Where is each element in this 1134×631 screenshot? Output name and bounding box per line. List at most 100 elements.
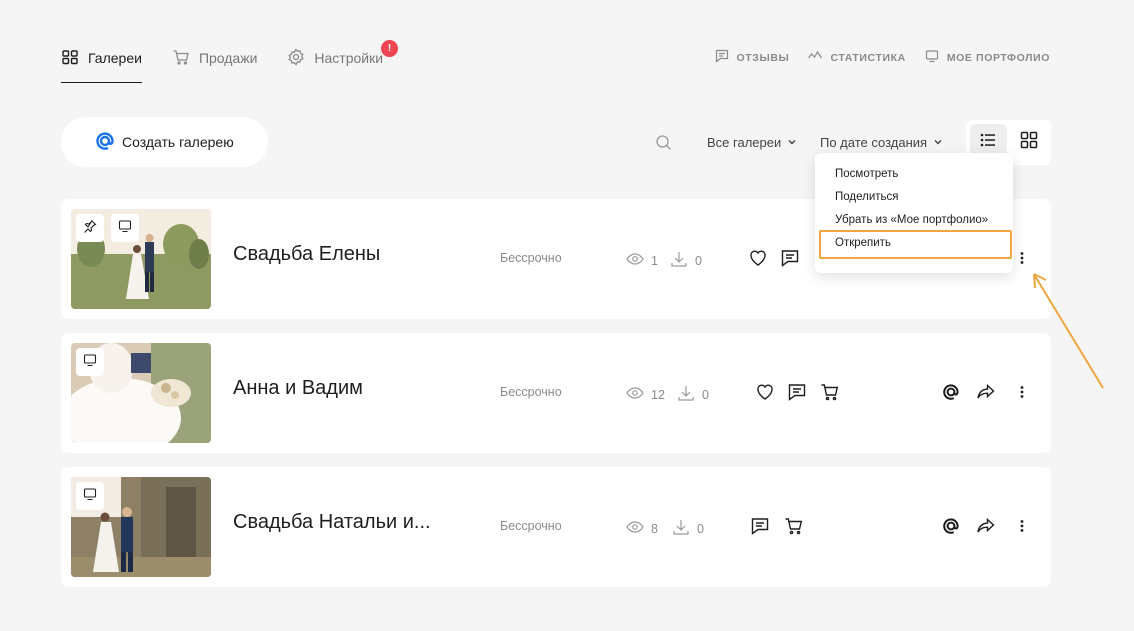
monitor-icon: [925, 49, 939, 66]
gallery-card[interactable]: Анна и Вадим Бессрочно 12 0: [61, 333, 1051, 453]
views-stat: 1: [626, 250, 658, 271]
cart-icon: [784, 516, 804, 536]
sort-select[interactable]: По дате создания: [820, 135, 943, 150]
reviews-link[interactable]: ОТЗЫВЫ: [715, 49, 790, 66]
gallery-filter-select[interactable]: Все галереи: [707, 135, 797, 150]
comment-icon: [715, 49, 729, 66]
downloads-stat: 0: [672, 518, 704, 539]
gallery-title[interactable]: Свадьба Елены: [233, 243, 380, 266]
downloads-count: 0: [697, 521, 704, 536]
share-button[interactable]: [976, 516, 996, 536]
eye-icon: [626, 518, 644, 539]
chart-icon: [808, 49, 823, 66]
grid-icon: [1020, 131, 1038, 154]
portfolio-badge: [76, 482, 104, 510]
portfolio-badge: [76, 348, 104, 376]
download-icon: [672, 518, 690, 539]
gallery-title[interactable]: Свадьба Натальи и...: [233, 511, 431, 534]
more-button[interactable]: [1012, 516, 1032, 536]
grid-view-button[interactable]: [1011, 124, 1048, 161]
email-button[interactable]: [941, 382, 961, 402]
at-icon: [941, 382, 961, 402]
tab-galleries[interactable]: Галереи: [61, 46, 142, 83]
portfolio-link[interactable]: МОЕ ПОРТФОЛИО: [925, 49, 1050, 66]
statistics-label: СТАТИСТИКА: [830, 51, 906, 64]
more-button[interactable]: [1012, 248, 1032, 268]
comment-icon: [750, 516, 770, 536]
share-arrow-icon: [976, 382, 996, 402]
favorites-button[interactable]: [748, 248, 768, 268]
comment-icon: [787, 382, 807, 402]
gallery-card[interactable]: Свадьба Натальи и... Бессрочно 8 0: [61, 467, 1051, 587]
favorites-button[interactable]: [755, 382, 775, 402]
download-icon: [677, 384, 695, 405]
menu-item-unpin[interactable]: Открепить: [815, 234, 1013, 257]
pin-badge[interactable]: [76, 214, 104, 242]
kebab-menu-icon: [1012, 516, 1032, 536]
kebab-menu-icon: [1012, 382, 1032, 402]
comments-button[interactable]: [750, 516, 770, 536]
gallery-context-menu: Посмотреть Поделиться Убрать из «Мое пор…: [815, 153, 1013, 273]
secondary-nav: ОТЗЫВЫ СТАТИСТИКА МОЕ ПОРТФОЛИО: [715, 49, 1050, 66]
menu-item-share[interactable]: Поделиться: [815, 188, 1013, 211]
views-count: 8: [651, 521, 658, 536]
tab-galleries-label: Галереи: [88, 50, 142, 66]
heart-icon: [755, 382, 775, 402]
more-button[interactable]: [1012, 382, 1032, 402]
downloads-stat: 0: [677, 384, 709, 405]
create-gallery-label: Создать галерею: [122, 134, 234, 150]
settings-alert-badge: !: [381, 40, 398, 57]
heart-icon: [748, 248, 768, 268]
sort-label: По дате создания: [820, 135, 928, 150]
sales-button[interactable]: [820, 382, 840, 402]
share-arrow-icon: [976, 516, 996, 536]
views-count: 1: [651, 253, 658, 268]
download-icon: [670, 250, 688, 271]
eye-icon: [626, 384, 644, 405]
downloads-stat: 0: [670, 250, 702, 271]
portfolio-badge: [111, 214, 139, 242]
reviews-label: ОТЗЫВЫ: [736, 51, 790, 64]
share-button[interactable]: [976, 382, 996, 402]
tab-sales[interactable]: Продажи: [172, 46, 257, 70]
statistics-link[interactable]: СТАТИСТИКА: [808, 49, 905, 66]
gear-icon: [287, 47, 305, 69]
gallery-filter-label: Все галереи: [707, 135, 782, 150]
sales-button[interactable]: [784, 516, 804, 536]
comments-button[interactable]: [787, 382, 807, 402]
downloads-count: 0: [702, 387, 709, 402]
search-icon[interactable]: [655, 134, 672, 151]
gallery-thumbnail[interactable]: [71, 477, 211, 577]
tab-settings-label: Настройки: [314, 50, 384, 66]
views-stat: 8: [626, 518, 658, 539]
monitor-icon: [83, 487, 97, 506]
kebab-menu-icon: [1012, 248, 1032, 268]
monitor-icon: [83, 353, 97, 372]
create-gallery-button[interactable]: Создать галерею: [61, 117, 268, 167]
cart-icon: [820, 382, 840, 402]
tab-sales-label: Продажи: [198, 50, 258, 66]
tab-settings[interactable]: Настройки: [287, 46, 383, 70]
gallery-thumbnail[interactable]: [71, 343, 211, 443]
pin-icon: [83, 219, 97, 238]
monitor-icon: [118, 219, 132, 238]
views-count: 12: [651, 387, 665, 402]
grid-icon: [61, 48, 79, 69]
main-nav: Галереи Продажи Настройки: [61, 46, 383, 83]
email-button[interactable]: [941, 516, 961, 536]
gallery-title[interactable]: Анна и Вадим: [233, 377, 363, 400]
menu-item-remove-portfolio[interactable]: Убрать из «Мое портфолио»: [815, 211, 1013, 234]
chevron-down-icon: [787, 135, 797, 150]
at-icon: [94, 130, 116, 155]
menu-item-view[interactable]: Посмотреть: [815, 165, 1013, 188]
gallery-thumbnail[interactable]: [71, 209, 211, 309]
portfolio-label: МОЕ ПОРТФОЛИО: [946, 51, 1050, 64]
views-stat: 12: [626, 384, 665, 405]
cart-icon: [172, 48, 190, 69]
comment-icon: [780, 248, 800, 268]
eye-icon: [626, 250, 644, 271]
comments-button[interactable]: [780, 248, 800, 268]
at-icon: [941, 516, 961, 536]
gallery-expiry: Бессрочно: [500, 251, 562, 265]
chevron-down-icon: [933, 135, 943, 150]
